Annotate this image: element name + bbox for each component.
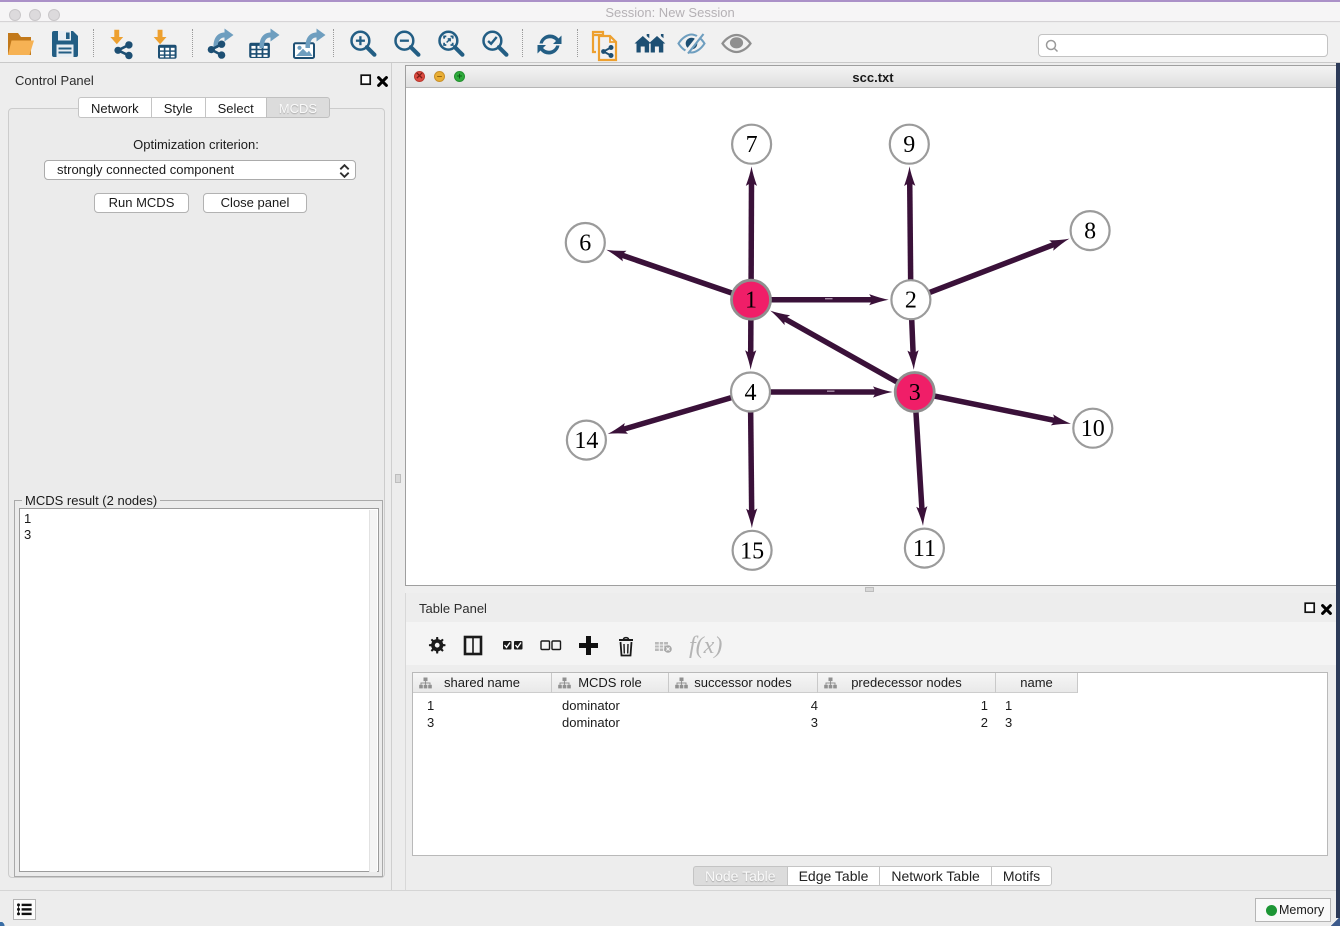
svg-text:11: 11 <box>913 536 936 562</box>
svg-text:7: 7 <box>746 132 758 158</box>
svg-text:f(x): f(x) <box>689 633 722 659</box>
svg-text:10: 10 <box>1081 416 1105 442</box>
svg-text:9: 9 <box>903 132 915 158</box>
svg-text:8: 8 <box>1084 219 1096 245</box>
svg-text:4: 4 <box>745 380 757 406</box>
svg-text:15: 15 <box>740 538 764 564</box>
svg-text:14: 14 <box>574 428 598 454</box>
svg-text:3: 3 <box>909 380 921 406</box>
svg-text:1: 1 <box>745 288 757 314</box>
svg-text:6: 6 <box>579 231 591 257</box>
svg-text:2: 2 <box>905 288 917 314</box>
